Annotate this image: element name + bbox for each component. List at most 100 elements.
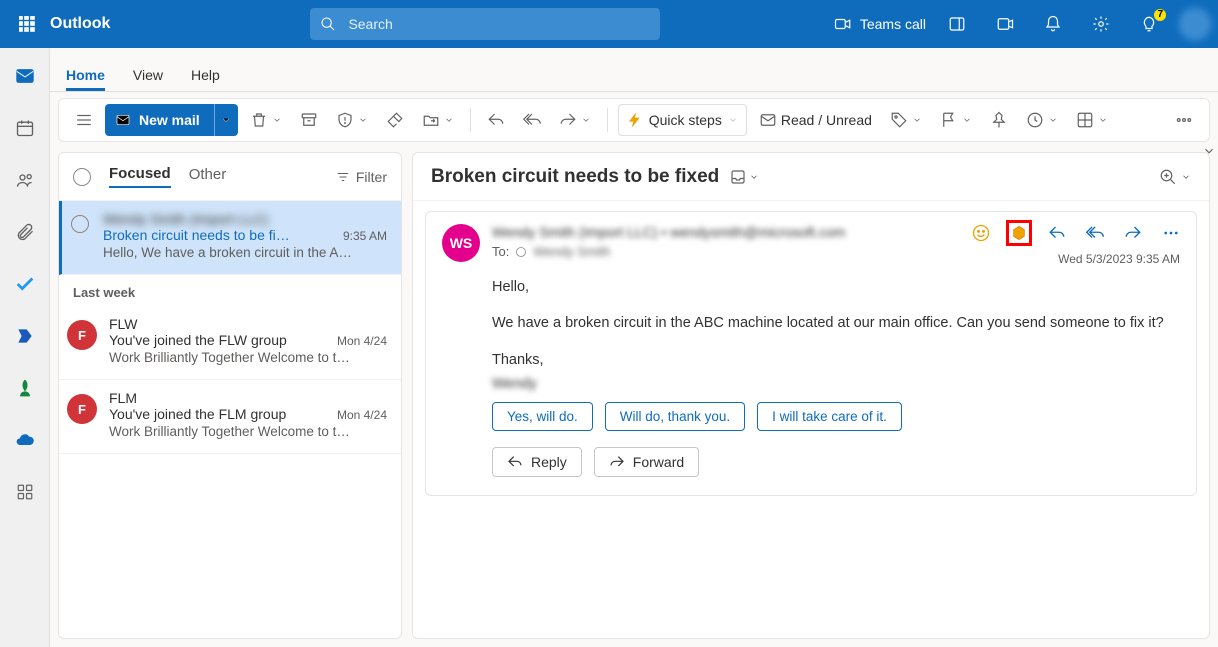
account-avatar[interactable] [1180, 9, 1210, 39]
quick-steps-button[interactable]: Quick steps [618, 104, 747, 136]
my-day-button[interactable] [940, 7, 974, 41]
more-icon [1175, 111, 1193, 129]
quick-steps-label: Quick steps [649, 112, 722, 128]
reply-action-button[interactable]: Reply [492, 447, 582, 477]
conversation-settings-button[interactable] [729, 168, 759, 186]
settings-button[interactable] [1084, 7, 1118, 41]
snooze-button[interactable] [1020, 104, 1064, 136]
tab-focused[interactable]: Focused [109, 165, 171, 188]
gear-icon [1092, 15, 1110, 33]
move-button[interactable] [416, 104, 460, 136]
tag-button[interactable] [884, 104, 928, 136]
teams-call-button[interactable]: Teams call [834, 15, 926, 33]
rail-people[interactable] [7, 162, 43, 198]
suggested-reply[interactable]: Will do, thank you. [605, 402, 745, 431]
message-actions: Reply Forward [492, 447, 1180, 477]
suggested-reply[interactable]: I will take care of it. [757, 402, 902, 431]
tips-button[interactable]: 7 [1132, 7, 1166, 41]
list-section-lastweek: Last week [59, 275, 401, 306]
more-commands-button[interactable] [1169, 104, 1199, 136]
list-item[interactable]: F FLM You've joined the FLM group Mon 4/… [59, 380, 401, 454]
delete-button[interactable] [244, 104, 288, 136]
read-unread-button[interactable]: Read / Unread [753, 104, 878, 136]
meet-now-button[interactable] [988, 7, 1022, 41]
to-value: Wendy Smith [533, 244, 610, 259]
notifications-button[interactable] [1036, 7, 1070, 41]
new-mail-dropdown[interactable] [214, 104, 238, 136]
report-button[interactable] [330, 104, 374, 136]
flag-button[interactable] [934, 104, 978, 136]
rail-calendar[interactable] [7, 110, 43, 146]
bookings-icon [15, 378, 35, 398]
rail-mail[interactable] [7, 58, 43, 94]
archive-button[interactable] [294, 104, 324, 136]
new-mail-button[interactable]: New mail [105, 104, 214, 136]
item-subject: Broken circuit needs to be fi… [103, 227, 290, 243]
item-preview: Work Brilliantly Together Welcome to t… [109, 350, 387, 365]
rail-files[interactable] [7, 214, 43, 250]
chevron-down-icon [1181, 172, 1191, 182]
smile-icon [971, 223, 991, 243]
chevron-down-icon [220, 114, 232, 126]
suggested-reply[interactable]: Yes, will do. [492, 402, 593, 431]
folder-move-icon [422, 111, 440, 129]
body-thanks: Thanks, [492, 349, 1180, 371]
item-select-toggle[interactable] [71, 215, 89, 233]
expand-ribbon-caret[interactable] [1202, 144, 1216, 158]
forward-action-button[interactable]: Forward [594, 447, 699, 477]
filter-button[interactable]: Filter [336, 169, 387, 185]
rail-yammer[interactable] [7, 318, 43, 354]
item-sender: Wendy Smith (Import LLC) [103, 211, 387, 227]
msg-more-button[interactable] [1158, 220, 1184, 246]
forward-label: Forward [633, 454, 684, 470]
rail-todo[interactable] [7, 266, 43, 302]
tab-home[interactable]: Home [66, 67, 105, 91]
reply-icon [487, 111, 505, 129]
reply-all-icon [523, 111, 541, 129]
item-subject: You've joined the FLW group [109, 332, 287, 348]
reply-all-button[interactable] [517, 104, 547, 136]
tab-other[interactable]: Other [189, 166, 227, 187]
app-launcher-button[interactable] [10, 7, 44, 41]
search-icon [320, 16, 336, 32]
suite-header: Outlook Teams call 7 [0, 0, 1218, 48]
presence-icon [515, 246, 527, 258]
list-item[interactable]: F FLW You've joined the FLW group Mon 4/… [59, 306, 401, 380]
msg-reply-button[interactable] [1044, 220, 1070, 246]
forward-button[interactable] [553, 104, 597, 136]
bell-icon [1044, 15, 1062, 33]
sweep-button[interactable] [380, 104, 410, 136]
pin-button[interactable] [984, 104, 1014, 136]
item-time: 9:35 AM [343, 229, 387, 243]
select-all-toggle[interactable] [73, 168, 91, 186]
msg-reply-all-button[interactable] [1082, 220, 1108, 246]
message-toolbar [968, 220, 1184, 246]
tab-help[interactable]: Help [191, 67, 220, 91]
mail-icon [14, 65, 36, 87]
message-body: Hello, We have a broken circuit in the A… [492, 276, 1180, 396]
rail-onedrive[interactable] [7, 422, 43, 458]
reply-button[interactable] [481, 104, 511, 136]
list-item[interactable]: Wendy Smith (Import LLC) Broken circuit … [59, 201, 401, 275]
panel-icon [948, 15, 966, 33]
field-service-addin-button[interactable] [1006, 220, 1032, 246]
chevron-down-icon [962, 115, 972, 125]
sender-avatar: WS [442, 224, 480, 262]
chevron-down-icon [749, 172, 759, 182]
flag-icon [940, 111, 958, 129]
reply-icon [1048, 224, 1066, 242]
hamburger-button[interactable] [69, 104, 99, 136]
rail-more-apps[interactable] [7, 474, 43, 510]
msg-forward-button[interactable] [1120, 220, 1146, 246]
print-button[interactable] [1070, 104, 1114, 136]
item-time: Mon 4/24 [337, 334, 387, 348]
tab-view[interactable]: View [133, 67, 163, 91]
react-button[interactable] [968, 220, 994, 246]
search-box[interactable] [310, 8, 660, 40]
search-input[interactable] [346, 15, 650, 33]
chevron-down-icon [444, 115, 454, 125]
pivot-tabs: Home View Help [50, 48, 1218, 92]
zoom-button[interactable] [1159, 168, 1191, 186]
calendar-icon [15, 118, 35, 138]
rail-bookings[interactable] [7, 370, 43, 406]
